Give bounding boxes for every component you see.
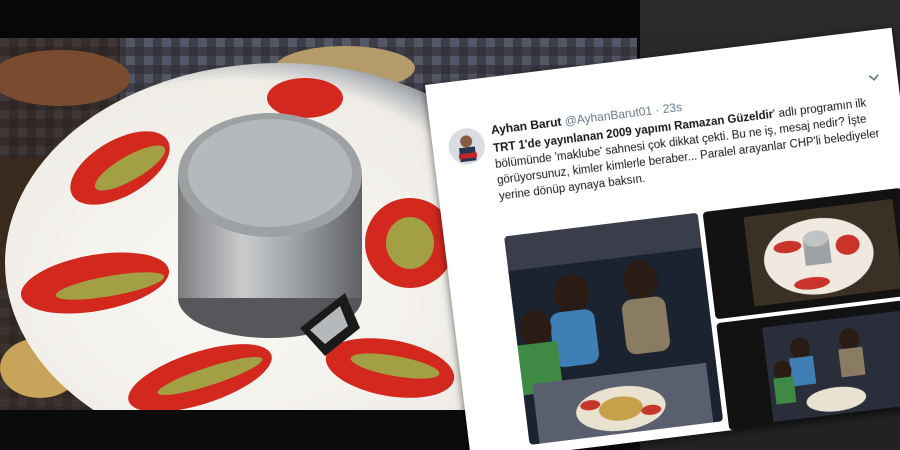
media-image-3[interactable] <box>716 298 900 431</box>
tweet-card[interactable]: Ayhan Barut @AyhanBarut01 · 23s TRT 1'de… <box>425 27 900 450</box>
group-meal-image <box>716 298 900 431</box>
people-eating-image <box>504 212 724 445</box>
avatar[interactable] <box>446 126 487 167</box>
tweet-media-grid[interactable] <box>504 187 900 450</box>
tweet-text: TRT 1'de yayınlanan 2009 yapımı Ramazan … <box>492 93 892 205</box>
separator: · <box>654 102 661 118</box>
chevron-down-icon[interactable] <box>868 70 881 85</box>
media-image-2[interactable] <box>702 187 900 320</box>
tweet-text-part-4: ' adlı programın ilk bölümünde 'maklube'… <box>494 97 881 203</box>
tray-image <box>702 187 900 320</box>
media-image-1[interactable] <box>504 212 724 445</box>
profile-photo-icon <box>446 126 487 167</box>
screenshot-stage: Ayhan Barut @AyhanBarut01 · 23s TRT 1'de… <box>0 0 900 450</box>
timestamp[interactable]: 23s <box>662 100 683 116</box>
